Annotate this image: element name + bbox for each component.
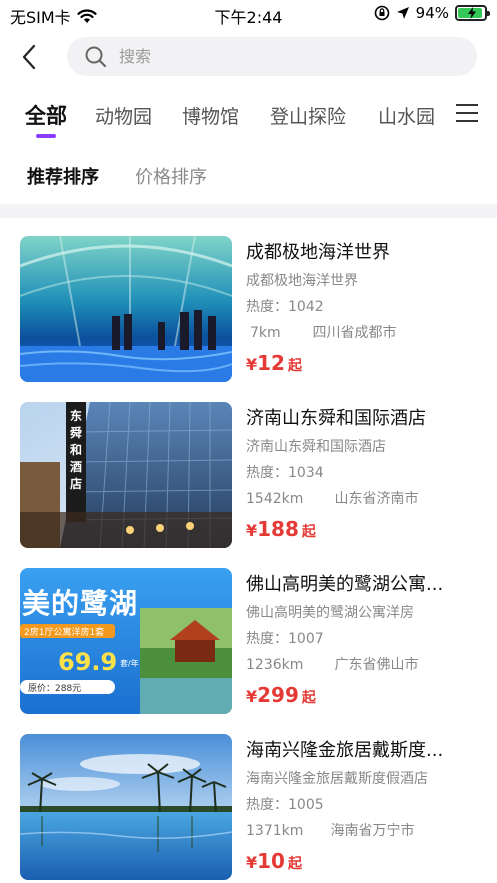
item-heat: 热度：1005 [246,797,324,813]
status-bar: 无SIM卡 下午2:44 94% [0,0,497,28]
price-suffix: 起 [301,524,316,540]
price-suffix: 起 [287,856,302,872]
price-symbol: ¥ [246,521,258,540]
item-subtitle: 佛山高明美的鹭湖公寓洋房 [246,605,414,621]
list-item[interactable]: 成都极地海洋世界 成都极地海洋世界 热度：1042 7km 四川省成都市 ¥12… [0,218,497,382]
price-value: 12 [257,351,285,375]
location-icon [396,7,409,19]
hotel-thumbnail: 东舜和酒店 [20,402,232,548]
price-suffix: 起 [287,358,302,374]
list-item[interactable]: 东舜和酒店 济南山东舜和国际酒店 济南山东舜和国际酒店 热度：1034 1542… [0,384,497,548]
sort-recommend[interactable]: 推荐排序 [27,163,99,189]
item-title: 海南兴隆金旅居戴斯度... [246,740,444,761]
item-location: 1371km 海南省万宁市 [246,822,481,840]
price-suffix: 起 [301,690,316,706]
item-info: 济南山东舜和国际酒店 济南山东舜和国际酒店 热度：1034 1542km 山东省… [246,406,481,545]
item-price: ¥188 起 [246,516,481,545]
item-region: 四川省成都市 [312,325,397,341]
banner-title: 美的鹭湖 [22,587,139,620]
item-heat: 热度：1034 [246,465,324,481]
back-button[interactable] [14,40,44,74]
tab-landscape-garden[interactable]: 山水园 [378,102,435,129]
price-value: 10 [257,849,285,873]
item-distance: 7km [250,325,281,341]
item-distance: 1371km [246,823,304,839]
tab-zoo[interactable]: 动物园 [95,102,152,129]
active-tab-indicator [36,134,56,138]
category-menu-button[interactable] [456,104,478,124]
banner-tag: 2房1厅公寓洋房1套 [24,628,105,638]
item-region: 广东省佛山市 [334,657,419,673]
price-value: 188 [257,517,299,541]
banner-price: 69.9 [58,648,118,676]
item-location: 7km 四川省成都市 [246,324,481,342]
price-value: 299 [257,683,299,707]
status-right: 94% [374,4,490,22]
item-info: 成都极地海洋世界 成都极地海洋世界 热度：1042 7km 四川省成都市 ¥12… [246,240,481,379]
item-distance: 1542km [246,491,304,507]
list-item[interactable]: 海南兴隆金旅居戴斯度... 海南兴隆金旅居戴斯度假酒店 热度：1005 1371… [0,716,497,880]
item-price: ¥12 起 [246,350,481,379]
battery-icon [455,5,490,21]
hotel-sign-text: 东舜和酒店 [69,409,82,491]
list-item[interactable]: 美的鹭湖 2房1厅公寓洋房1套 69.9 套/年 原价：288元 佛山高明美的鹭… [0,550,497,714]
item-info: 海南兴隆金旅居戴斯度... 海南兴隆金旅居戴斯度假酒店 热度：1005 1371… [246,738,481,877]
item-region: 山东省济南市 [334,491,419,507]
banner-original-price: 原价：288元 [28,684,82,694]
item-subtitle: 济南山东舜和国际酒店 [246,439,386,455]
banner-unit: 套/年 [120,659,139,668]
item-location: 1236km 广东省佛山市 [246,656,481,674]
item-price: ¥10 起 [246,848,481,877]
section-divider [0,204,497,218]
tab-museum[interactable]: 博物馆 [182,102,239,129]
item-distance: 1236km [246,657,304,673]
search-bar[interactable] [67,37,477,76]
tab-mountaineering[interactable]: 登山探险 [270,102,346,129]
price-symbol: ¥ [246,355,258,374]
aquarium-thumbnail [20,236,232,382]
orientation-lock-icon [374,5,389,21]
apartment-thumbnail: 美的鹭湖 2房1厅公寓洋房1套 69.9 套/年 原价：288元 [20,568,232,714]
chevron-left-icon [22,44,36,70]
item-title: 济南山东舜和国际酒店 [246,408,426,429]
item-heat: 热度：1042 [246,299,324,315]
item-title: 佛山高明美的鹭湖公寓... [246,574,444,595]
price-symbol: ¥ [246,853,258,872]
search-input[interactable] [119,47,439,66]
search-icon [85,46,107,67]
category-tabs: 全部 动物园 博物馆 登山探险 山水园 [0,98,497,144]
item-region: 海南省万宁市 [330,823,415,839]
item-info: 佛山高明美的鹭湖公寓... 佛山高明美的鹭湖公寓洋房 热度：1007 1236k… [246,572,481,711]
item-heat: 热度：1007 [246,631,324,647]
battery-percent: 94% [415,4,449,22]
item-subtitle: 成都极地海洋世界 [246,273,358,289]
resort-thumbnail [20,734,232,880]
item-subtitle: 海南兴隆金旅居戴斯度假酒店 [246,771,428,787]
item-title: 成都极地海洋世界 [246,242,390,263]
price-symbol: ¥ [246,687,258,706]
sort-price[interactable]: 价格排序 [135,163,207,189]
tab-all[interactable]: 全部 [25,100,67,130]
item-location: 1542km 山东省济南市 [246,490,481,508]
item-price: ¥299 起 [246,682,481,711]
